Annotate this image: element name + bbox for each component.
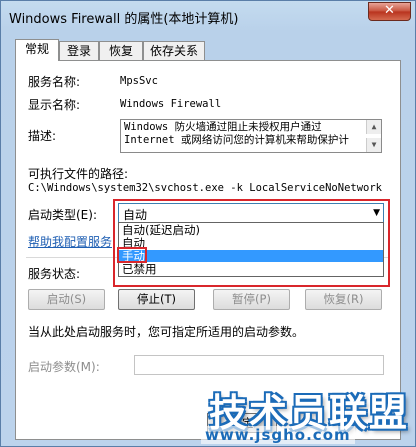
properties-dialog: Windows Firewall 的属性(本地计算机) ✕ 常规 登录 恢复 依… <box>0 0 416 447</box>
resume-button[interactable]: 恢复(R) <box>305 289 382 310</box>
window-title: Windows Firewall 的属性(本地计算机) <box>9 12 239 27</box>
stop-button[interactable]: 停止(T) <box>118 289 195 310</box>
close-icon: ✕ <box>384 3 395 18</box>
service-name-label: 服务名称: <box>28 75 81 89</box>
title-bar[interactable]: Windows Firewall 的属性(本地计算机) ✕ <box>1 1 415 31</box>
scroll-down-icon[interactable]: ▼ <box>366 138 381 152</box>
annotation-manual-box <box>117 247 147 263</box>
start-button[interactable]: 启动(S) <box>28 289 105 310</box>
startup-type-label: 启动类型(E): <box>28 208 97 222</box>
description-line-2: Internet 或网络访问您的计算机来帮助保护计 <box>124 134 349 146</box>
display-name-label: 显示名称: <box>28 98 81 112</box>
close-button[interactable]: ✕ <box>368 2 411 21</box>
tab-recovery[interactable]: 恢复 <box>99 41 143 60</box>
annotation-outer-box <box>113 199 390 287</box>
start-hint-text: 当从此处启动服务时，您可指定所适用的启动参数。 <box>28 325 305 339</box>
start-params-label: 启动参数(M): <box>28 360 100 374</box>
display-name-value: Windows Firewall <box>120 98 222 110</box>
pause-button[interactable]: 暂停(P) <box>213 289 290 310</box>
watermark-url: www.jsgho.com <box>201 426 355 444</box>
description-line-1: Windows 防火墙通过阻止未授权用户通过 <box>124 121 322 133</box>
tab-dependencies[interactable]: 依存关系 <box>143 41 205 60</box>
exe-path-value: C:\Windows\system32\svchost.exe -k Local… <box>28 182 383 194</box>
description-label: 描述: <box>28 129 57 143</box>
tab-general[interactable]: 常规 <box>15 39 59 61</box>
help-configure-link[interactable]: 帮助我配置服务 <box>28 233 112 250</box>
exe-path-label: 可执行文件的路径: <box>28 167 129 181</box>
tab-logon[interactable]: 登录 <box>59 41 99 60</box>
description-box[interactable]: Windows 防火墙通过阻止未授权用户通过 Internet 或网络访问您的计… <box>120 119 382 153</box>
scroll-up-icon[interactable]: ▲ <box>366 120 381 134</box>
service-name-value: MpsSvc <box>120 75 158 87</box>
service-status-label: 服务状态: <box>28 267 81 281</box>
start-params-input[interactable] <box>134 355 384 375</box>
